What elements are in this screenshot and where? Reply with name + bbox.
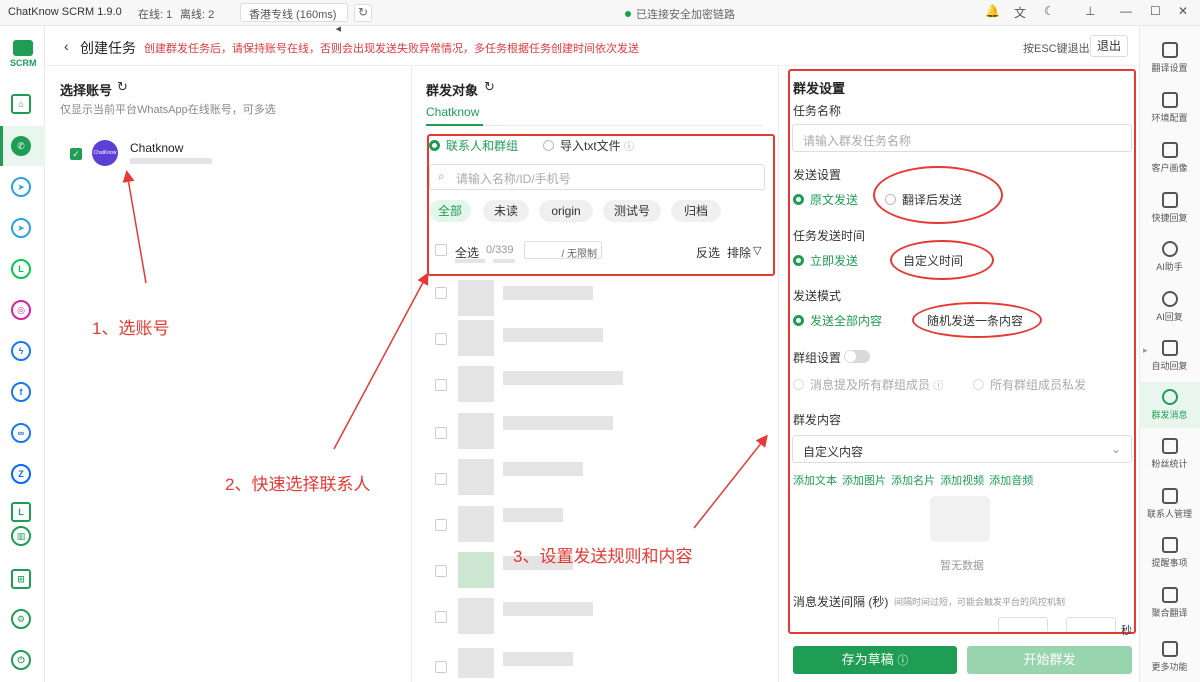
annotation-arrows <box>122 170 768 529</box>
arrow-step3 <box>693 434 768 529</box>
arrow-step1 <box>122 170 147 284</box>
arrow-step2 <box>333 272 429 450</box>
